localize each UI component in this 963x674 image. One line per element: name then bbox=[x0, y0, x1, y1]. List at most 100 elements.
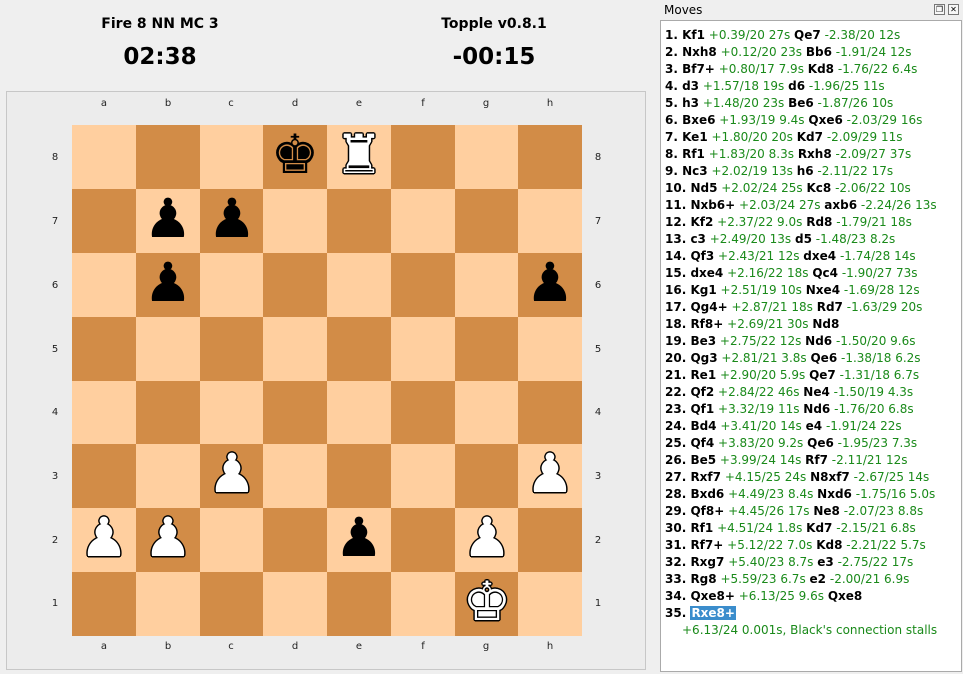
white-move[interactable]: c3 bbox=[690, 232, 705, 246]
black-move[interactable]: e4 bbox=[806, 419, 823, 433]
square-d5[interactable] bbox=[263, 317, 327, 381]
white-move[interactable]: Rxg7 bbox=[690, 555, 724, 569]
square-b8[interactable] bbox=[136, 125, 200, 189]
black-move[interactable]: Nd6 bbox=[805, 334, 832, 348]
square-g5[interactable] bbox=[455, 317, 519, 381]
square-c5[interactable] bbox=[200, 317, 264, 381]
black-move[interactable]: Qc4 bbox=[812, 266, 838, 280]
square-g7[interactable] bbox=[455, 189, 519, 253]
white-move[interactable]: d3 bbox=[682, 79, 699, 93]
white-move[interactable]: h3 bbox=[682, 96, 699, 110]
square-h5[interactable] bbox=[518, 317, 582, 381]
black-move[interactable]: axb6 bbox=[824, 198, 857, 212]
black-move[interactable]: Nxd6 bbox=[817, 487, 852, 501]
black-move[interactable]: Qe6 bbox=[810, 351, 837, 365]
square-h4[interactable] bbox=[518, 381, 582, 445]
black-move[interactable]: Rf7 bbox=[805, 453, 828, 467]
square-d6[interactable] bbox=[263, 253, 327, 317]
black-move[interactable]: Kd7 bbox=[806, 521, 832, 535]
black-move[interactable]: Nd6 bbox=[803, 402, 830, 416]
square-c8[interactable] bbox=[200, 125, 264, 189]
square-a8[interactable] bbox=[72, 125, 136, 189]
black-move[interactable]: Rxh8 bbox=[798, 147, 832, 161]
square-f8[interactable] bbox=[391, 125, 455, 189]
white-move[interactable]: Kg1 bbox=[690, 283, 716, 297]
square-e3[interactable] bbox=[327, 444, 391, 508]
square-a7[interactable] bbox=[72, 189, 136, 253]
square-d3[interactable] bbox=[263, 444, 327, 508]
black-pawn-h6[interactable]: ♟ bbox=[518, 251, 582, 315]
white-move[interactable]: Nc3 bbox=[682, 164, 708, 178]
white-move[interactable]: dxe4 bbox=[690, 266, 723, 280]
black-pawn-b7[interactable]: ♟ bbox=[136, 187, 200, 251]
square-e5[interactable] bbox=[327, 317, 391, 381]
black-move[interactable]: N8xf7 bbox=[810, 470, 850, 484]
black-move[interactable]: h6 bbox=[797, 164, 814, 178]
white-move[interactable]: Bxd6 bbox=[690, 487, 724, 501]
white-move[interactable]: Rxf7 bbox=[690, 470, 721, 484]
white-move[interactable]: Qg4+ bbox=[690, 300, 727, 314]
black-move[interactable]: Ne4 bbox=[803, 385, 830, 399]
white-pawn-c3[interactable]: ♟ bbox=[200, 442, 264, 506]
square-f3[interactable] bbox=[391, 444, 455, 508]
black-move[interactable]: Kd7 bbox=[797, 130, 823, 144]
square-d2[interactable] bbox=[263, 508, 327, 572]
square-b4[interactable] bbox=[136, 381, 200, 445]
black-move[interactable]: Ne8 bbox=[813, 504, 840, 518]
square-e4[interactable] bbox=[327, 381, 391, 445]
white-move[interactable]: Re1 bbox=[690, 368, 716, 382]
black-move[interactable]: Qe6 bbox=[807, 436, 834, 450]
square-f7[interactable] bbox=[391, 189, 455, 253]
white-move[interactable]: Kf2 bbox=[690, 215, 713, 229]
white-move[interactable]: Qg3 bbox=[690, 351, 717, 365]
selected-move[interactable]: Rxe8+ bbox=[690, 606, 736, 620]
square-g6[interactable] bbox=[455, 253, 519, 317]
white-move[interactable]: Kf1 bbox=[682, 28, 705, 42]
black-move[interactable]: Nxe4 bbox=[806, 283, 840, 297]
square-f6[interactable] bbox=[391, 253, 455, 317]
white-move[interactable]: Qf1 bbox=[690, 402, 714, 416]
black-move[interactable]: Qe7 bbox=[794, 28, 821, 42]
square-g4[interactable] bbox=[455, 381, 519, 445]
square-d7[interactable] bbox=[263, 189, 327, 253]
white-move[interactable]: Qf2 bbox=[690, 385, 714, 399]
white-pawn-b2[interactable]: ♟ bbox=[136, 506, 200, 570]
black-move[interactable]: Be6 bbox=[788, 96, 814, 110]
black-pawn-c7[interactable]: ♟ bbox=[200, 187, 264, 251]
black-move[interactable]: Rd7 bbox=[817, 300, 843, 314]
black-move[interactable]: Kd8 bbox=[808, 62, 834, 76]
square-a6[interactable] bbox=[72, 253, 136, 317]
white-move[interactable]: Bd4 bbox=[690, 419, 716, 433]
square-g8[interactable] bbox=[455, 125, 519, 189]
black-move[interactable]: Rd8 bbox=[806, 215, 832, 229]
moves-list[interactable]: 1. Kf1 +0.39/20 27s Qe7 -2.38/20 12s 2. N… bbox=[660, 20, 962, 672]
black-move[interactable]: d6 bbox=[788, 79, 805, 93]
black-move[interactable]: dxe4 bbox=[803, 249, 836, 263]
square-b3[interactable] bbox=[136, 444, 200, 508]
square-b5[interactable] bbox=[136, 317, 200, 381]
square-e6[interactable] bbox=[327, 253, 391, 317]
square-c1[interactable] bbox=[200, 572, 264, 636]
white-move[interactable]: Rg8 bbox=[690, 572, 716, 586]
black-pawn-e2[interactable]: ♟ bbox=[327, 506, 391, 570]
square-d1[interactable] bbox=[263, 572, 327, 636]
white-move[interactable]: Rf8+ bbox=[690, 317, 723, 331]
white-move[interactable]: Bxe6 bbox=[682, 113, 715, 127]
square-a1[interactable] bbox=[72, 572, 136, 636]
black-move[interactable]: Qxe6 bbox=[808, 113, 842, 127]
white-move[interactable]: Qf3 bbox=[690, 249, 714, 263]
black-move[interactable]: Qxe8 bbox=[828, 589, 862, 603]
white-move[interactable]: Rf7+ bbox=[690, 538, 723, 552]
square-c4[interactable] bbox=[200, 381, 264, 445]
white-move[interactable]: Qf8+ bbox=[690, 504, 724, 518]
black-move[interactable]: Bb6 bbox=[806, 45, 832, 59]
white-move[interactable]: Bf7+ bbox=[682, 62, 715, 76]
black-move[interactable]: e3 bbox=[817, 555, 834, 569]
white-pawn-h3[interactable]: ♟ bbox=[518, 442, 582, 506]
white-move[interactable]: Be5 bbox=[690, 453, 716, 467]
black-move[interactable]: Nd8 bbox=[812, 317, 839, 331]
square-h1[interactable] bbox=[518, 572, 582, 636]
chess-board[interactable]: ♚ ♜ ♟ ♟ ♟ ♟ ♟ ♟ ♟ ♟ ♟ ♟ ♚ bbox=[72, 123, 582, 636]
square-f4[interactable] bbox=[391, 381, 455, 445]
white-move[interactable]: Nxh8 bbox=[682, 45, 717, 59]
